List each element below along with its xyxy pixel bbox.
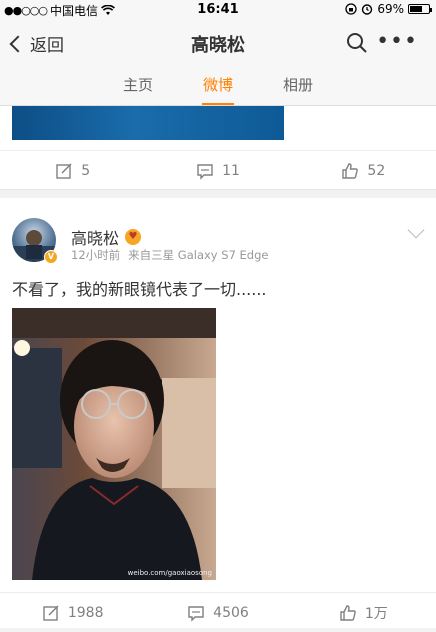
comment-button[interactable]: 4506 bbox=[145, 593, 290, 632]
tab-album[interactable]: 相册 bbox=[258, 66, 338, 105]
like-button[interactable]: 52 bbox=[291, 151, 436, 190]
post-time: 12小时前 bbox=[71, 248, 121, 262]
post-source: 来自三星 Galaxy S7 Edge bbox=[128, 248, 269, 262]
battery-level bbox=[410, 6, 422, 12]
post-actions: 1988 4506 1万 bbox=[0, 592, 436, 632]
comment-icon bbox=[188, 605, 204, 622]
post-meta: 12小时前 来自三星 Galaxy S7 Edge bbox=[71, 247, 268, 263]
rotation-lock-icon bbox=[345, 3, 357, 15]
repost-count: 5 bbox=[81, 162, 91, 179]
comment-button[interactable]: 11 bbox=[145, 151, 290, 190]
like-count: 52 bbox=[367, 162, 386, 179]
repost-button[interactable]: 1988 bbox=[0, 593, 145, 632]
like-icon bbox=[342, 162, 359, 179]
post-author[interactable]: 高晓松 ♥ bbox=[71, 225, 142, 249]
comment-count: 11 bbox=[222, 162, 240, 179]
more-icon[interactable]: ••• bbox=[376, 31, 418, 53]
comment-count: 4506 bbox=[213, 604, 249, 621]
previous-post-actions: 5 11 52 bbox=[0, 150, 436, 190]
image-watermark: weibo.com/gaoxiaosong bbox=[127, 569, 212, 577]
page-title: 高晓松 bbox=[191, 35, 245, 56]
repost-count: 1988 bbox=[67, 604, 104, 621]
like-icon bbox=[340, 604, 356, 621]
post-photo[interactable]: weibo.com/gaoxiaosong bbox=[12, 308, 216, 580]
verified-icon: V bbox=[44, 250, 58, 264]
previous-post-image[interactable] bbox=[12, 106, 284, 140]
navigation-bar: 返回 高晓松 ••• bbox=[0, 20, 436, 66]
battery-icon bbox=[408, 4, 432, 14]
dropdown-icon[interactable] bbox=[407, 221, 425, 239]
search-icon[interactable] bbox=[346, 32, 368, 54]
back-chevron-icon bbox=[9, 35, 27, 52]
comment-icon bbox=[197, 163, 213, 180]
back-button[interactable]: 返回 bbox=[8, 31, 64, 56]
tab-home[interactable]: 主页 bbox=[98, 66, 178, 105]
selfie-image bbox=[12, 308, 216, 580]
repost-button[interactable]: 5 bbox=[0, 151, 145, 190]
member-badge-icon: ♥ bbox=[125, 229, 142, 245]
post-card: V 高晓松 ♥ 12小时前 来自三星 Galaxy S7 Edge 不看了，我的新… bbox=[0, 198, 436, 628]
tab-weibo[interactable]: 微博 bbox=[178, 66, 258, 105]
post-text: 不看了，我的新眼镜代表了一切...... bbox=[12, 280, 267, 299]
profile-tabs: 主页 微博 相册 bbox=[0, 66, 436, 106]
repost-icon bbox=[56, 163, 72, 179]
like-count: 1万 bbox=[364, 605, 388, 622]
like-button[interactable]: 1万 bbox=[291, 593, 436, 632]
author-name: 高晓松 bbox=[71, 229, 120, 248]
back-label: 返回 bbox=[30, 36, 64, 56]
repost-icon bbox=[43, 605, 59, 621]
battery-percent: 69% bbox=[377, 2, 404, 16]
alarm-icon bbox=[362, 4, 373, 15]
status-bar: ●●○○○ 中国电信 16:41 69% bbox=[0, 0, 436, 20]
previous-post-card: 5 11 52 bbox=[0, 106, 436, 190]
